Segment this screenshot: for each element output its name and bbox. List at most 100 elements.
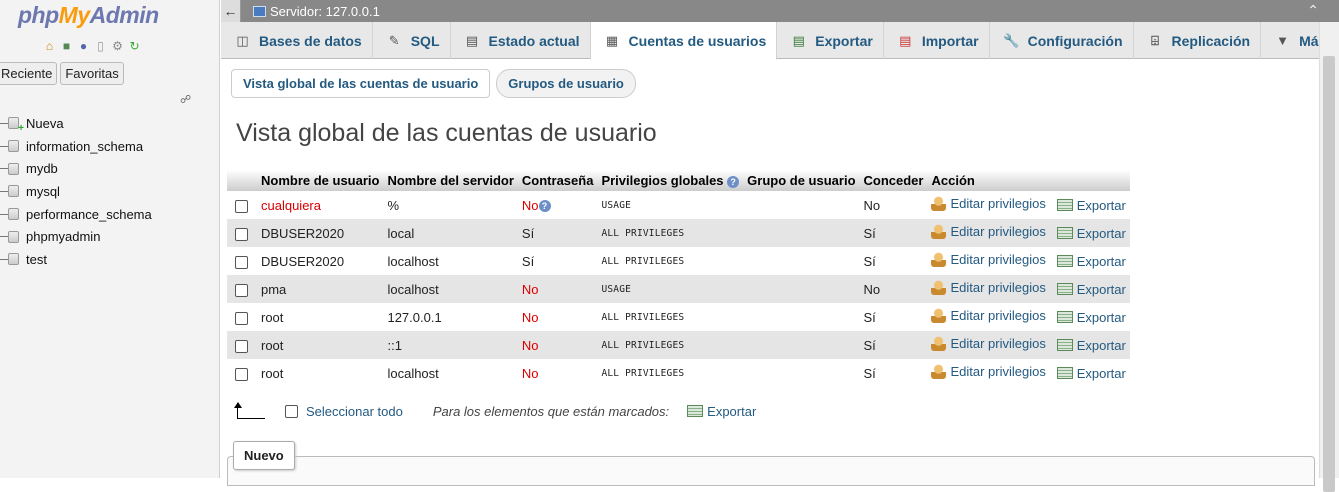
help-icon[interactable]: ? (538, 200, 551, 213)
tree-item-new[interactable]: Nueva (0, 112, 152, 135)
sql-icon: ✎ (388, 32, 400, 48)
export-icon (1056, 199, 1073, 211)
cell-actions: Editar privilegios Exportar (927, 219, 1130, 247)
settings-gear-icon[interactable]: ⚙ (110, 38, 125, 53)
subtab-user-groups[interactable]: Grupos de usuario (496, 69, 636, 98)
export-user-link[interactable]: Exportar (1056, 225, 1126, 241)
tree-item-information-schema[interactable]: information_schema (0, 135, 152, 158)
bulk-export-button[interactable]: Exportar (687, 404, 756, 419)
recent-button[interactable]: Reciente (0, 62, 58, 85)
tab-databases[interactable]: ◫ Bases de datos (221, 22, 373, 59)
edit-label: Editar privilegios (950, 364, 1046, 379)
cell-password: No (517, 359, 598, 387)
cell-username: cualquiera (257, 191, 384, 219)
tree-item-label: test (26, 251, 47, 267)
table-row: DBUSER2020 local Sí ALL PRIVILEGES Sí Editar … (227, 219, 1130, 247)
collapse-top-icon[interactable]: ⌃ (1307, 2, 1319, 19)
cell-username: DBUSER2020 (257, 247, 384, 275)
with-selected-label: Para los elementos que están marcados: (432, 403, 670, 419)
table-header-row: Nombre de usuario Nombre del servidor Co… (227, 170, 1130, 191)
row-checkbox[interactable] (235, 311, 248, 325)
logo-my: My (58, 2, 90, 28)
link-with-main-icon[interactable]: ☍ (180, 93, 191, 106)
cell-user-group (743, 191, 860, 219)
export-label: Exportar (1076, 309, 1126, 325)
reload-icon[interactable]: ↻ (127, 38, 142, 53)
tree-item-test[interactable]: test (0, 248, 152, 271)
edit-label: Editar privilegios (950, 196, 1046, 211)
edit-user-icon (931, 196, 947, 211)
vertical-scrollbar[interactable] (1319, 22, 1339, 492)
edit-privileges-link[interactable]: Editar privilegios (931, 336, 1046, 351)
cell-password: Sí (517, 247, 598, 275)
row-checkbox[interactable] (235, 199, 248, 213)
select-all-label[interactable]: Seleccionar todo (306, 404, 403, 419)
export-user-link[interactable]: Exportar (1056, 366, 1126, 381)
new-user-legend: Nuevo (233, 441, 295, 470)
edit-user-icon (931, 252, 947, 267)
cell-actions: Editar privilegios Exportar (927, 191, 1130, 219)
cell-grant: Sí (859, 303, 928, 331)
logout-icon[interactable]: ■ (59, 38, 74, 53)
row-checkbox[interactable] (235, 367, 248, 381)
favorites-button[interactable]: Favoritas (60, 62, 124, 85)
scrollbar-thumb[interactable] (1323, 56, 1335, 492)
tab-user-accounts[interactable]: ▦ Cuentas de usuarios (590, 22, 778, 60)
export-user-link[interactable]: Exportar (1056, 198, 1126, 213)
header-label: Privilegios globales (601, 173, 724, 188)
user-accounts-subtabs: Vista global de las cuentas de usuario G… (231, 69, 636, 98)
row-checkbox[interactable] (235, 227, 248, 241)
tab-import[interactable]: ▤ Importar (884, 22, 990, 59)
tree-item-label: performance_schema (26, 206, 152, 222)
tab-settings[interactable]: 🔧 Configuración (990, 22, 1134, 59)
tree-item-phpmyadmin[interactable]: phpmyadmin (0, 225, 152, 248)
row-checkbox[interactable] (235, 283, 248, 297)
edit-privileges-link[interactable]: Editar privilegios (931, 224, 1046, 239)
cell-privileges: ALL PRIVILEGES (597, 247, 744, 275)
password-value: No (521, 197, 539, 213)
export-label: Exportar (1076, 225, 1126, 241)
home-icon[interactable]: ⌂ (42, 38, 57, 53)
export-user-link[interactable]: Exportar (1056, 309, 1126, 325)
cell-username: root (257, 303, 384, 331)
edit-privileges-link[interactable]: Editar privilegios (931, 280, 1046, 295)
edit-privileges-link[interactable]: Editar privilegios (931, 252, 1046, 267)
cell-actions: Editar privilegios Exportar (927, 303, 1130, 331)
subtab-global-overview[interactable]: Vista global de las cuentas de usuario (231, 69, 491, 98)
row-checkbox-cell (227, 247, 257, 275)
edit-privileges-link[interactable]: Editar privilegios (931, 364, 1046, 379)
database-icon (8, 140, 19, 153)
select-all-checkbox[interactable] (285, 404, 298, 418)
edit-privileges-link[interactable]: Editar privilegios (931, 308, 1046, 323)
cell-actions: Editar privilegios Exportar (927, 247, 1130, 275)
server-breadcrumb-bar: ← Servidor: 127.0.0.1 ⌃ (221, 0, 1339, 22)
header-password: Contraseña (517, 170, 598, 191)
row-checkbox[interactable] (235, 339, 248, 353)
phpmyadmin-logo[interactable]: phpMyAdmin (18, 2, 159, 29)
docs-icon[interactable]: ▯ (93, 38, 108, 53)
tab-status[interactable]: ▤ Estado actual (451, 22, 591, 59)
help-icon[interactable]: ? (727, 175, 740, 188)
tab-export[interactable]: ▤ Exportar (777, 22, 884, 59)
users-icon: ▦ (605, 32, 619, 48)
server-breadcrumb[interactable]: Servidor: 127.0.0.1 (253, 4, 380, 19)
edit-label: Editar privilegios (950, 336, 1046, 351)
tree-item-mysql[interactable]: mysql (0, 180, 152, 203)
cell-grant: Sí (859, 219, 928, 247)
export-user-link[interactable]: Exportar (1056, 254, 1126, 269)
tree-item-mydb[interactable]: mydb (0, 157, 152, 180)
help-icon[interactable]: ● (76, 38, 91, 53)
collapse-navigation-arrow-icon[interactable]: ← (221, 0, 241, 22)
tree-item-performance-schema[interactable]: performance_schema (0, 203, 152, 226)
cell-grant: Sí (859, 247, 928, 275)
cell-password: No (517, 303, 598, 331)
cell-hostname: localhost (383, 359, 518, 387)
export-user-link[interactable]: Exportar (1056, 338, 1126, 353)
row-checkbox[interactable] (235, 255, 248, 269)
tab-sql[interactable]: ✎ SQL (373, 22, 451, 59)
export-user-link[interactable]: Exportar (1056, 282, 1126, 297)
tab-replication[interactable]: ⌹ Replicación (1134, 22, 1262, 59)
edit-user-icon (931, 224, 947, 239)
edit-privileges-link[interactable]: Editar privilegios (931, 196, 1046, 211)
tab-label: Cuentas de usuarios (628, 32, 767, 49)
